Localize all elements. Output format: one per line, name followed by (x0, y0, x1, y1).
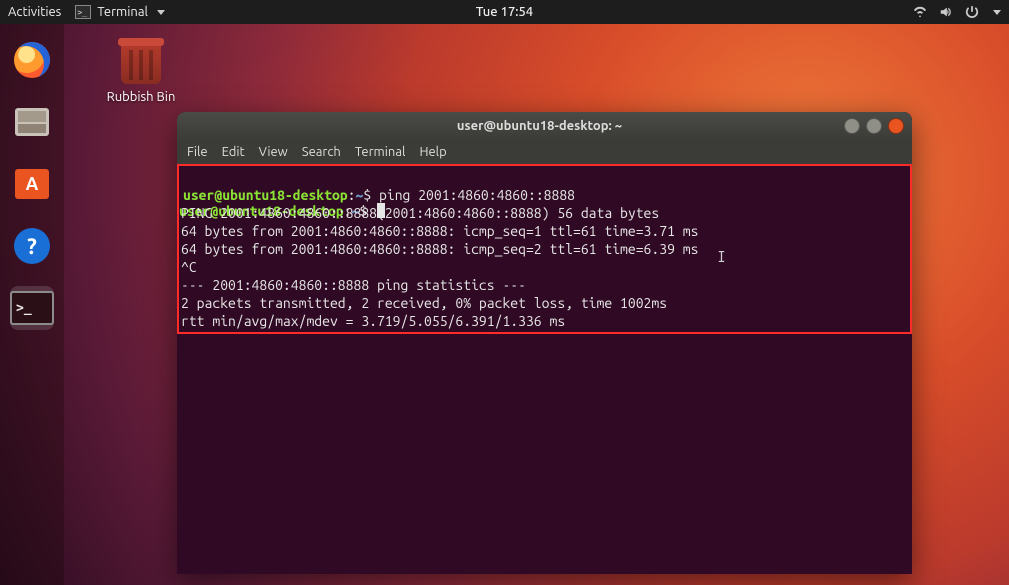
menu-terminal[interactable]: Terminal (355, 145, 406, 159)
output-line: PING 2001:4860:4860::8888(2001:4860:4860… (181, 205, 659, 221)
command-text: ping 2001:4860:4860::8888 (379, 187, 575, 203)
terminal-window[interactable]: user@ubuntu18-desktop: ~ File Edit View … (177, 112, 912, 574)
dock-firefox[interactable] (10, 38, 54, 82)
text-caret-icon: I (717, 248, 726, 266)
firefox-icon (14, 42, 50, 78)
terminal-menubar: File Edit View Search Terminal Help (177, 140, 912, 164)
volume-icon[interactable] (938, 4, 954, 20)
menu-help[interactable]: Help (419, 145, 446, 159)
desktop-background: Activities Terminal Tue 17:54 ? (0, 0, 1009, 585)
desktop-trash[interactable]: Rubbish Bin (96, 44, 186, 104)
prompt-user-host: user@ubuntu18-desktop (183, 187, 348, 203)
menu-edit[interactable]: Edit (222, 145, 245, 159)
terminal-body[interactable]: user@ubuntu18-desktop:~$ ping 2001:4860:… (177, 164, 912, 574)
menu-search[interactable]: Search (302, 145, 341, 159)
output-line: --- 2001:4860:4860::8888 ping statistics… (181, 277, 526, 293)
window-titlebar[interactable]: user@ubuntu18-desktop: ~ (177, 112, 912, 140)
window-maximize-button[interactable] (866, 118, 882, 134)
output-line: 64 bytes from 2001:4860:4860::8888: icmp… (181, 241, 698, 257)
dock-files[interactable] (10, 100, 54, 144)
output-line: 64 bytes from 2001:4860:4860::8888: icmp… (181, 223, 698, 239)
output-line: ^C (181, 259, 197, 275)
app-menu-label: Terminal (97, 5, 148, 19)
activities-button[interactable]: Activities (8, 5, 61, 19)
files-icon (15, 108, 49, 136)
power-icon[interactable] (964, 4, 980, 20)
top-bar: Activities Terminal Tue 17:54 (0, 0, 1009, 24)
highlight-box: user@ubuntu18-desktop:~$ ping 2001:4860:… (177, 164, 912, 334)
software-center-icon (15, 169, 49, 199)
menu-view[interactable]: View (259, 145, 288, 159)
output-line: 2 packets transmitted, 2 received, 0% pa… (181, 295, 667, 311)
desktop-trash-label: Rubbish Bin (96, 90, 186, 104)
window-minimize-button[interactable] (844, 118, 860, 134)
dock-software[interactable] (10, 162, 54, 206)
clock[interactable]: Tue 17:54 (476, 5, 533, 19)
window-close-button[interactable] (888, 118, 904, 134)
help-icon: ? (14, 228, 50, 264)
dock-help[interactable]: ? (10, 224, 54, 268)
window-title: user@ubuntu18-desktop: ~ (235, 119, 844, 133)
trash-icon (121, 44, 161, 84)
app-menu[interactable]: Terminal (75, 5, 165, 19)
launcher-dock: ? (0, 24, 64, 585)
dock-terminal[interactable] (10, 286, 54, 330)
menu-file[interactable]: File (187, 145, 208, 159)
output-line: rtt min/avg/max/mdev = 3.719/5.055/6.391… (181, 313, 565, 329)
terminal-icon (75, 5, 91, 19)
system-menu-chevron-icon[interactable] (993, 10, 1001, 15)
network-icon[interactable] (912, 4, 928, 20)
chevron-down-icon (157, 10, 165, 15)
terminal-icon (10, 291, 54, 325)
